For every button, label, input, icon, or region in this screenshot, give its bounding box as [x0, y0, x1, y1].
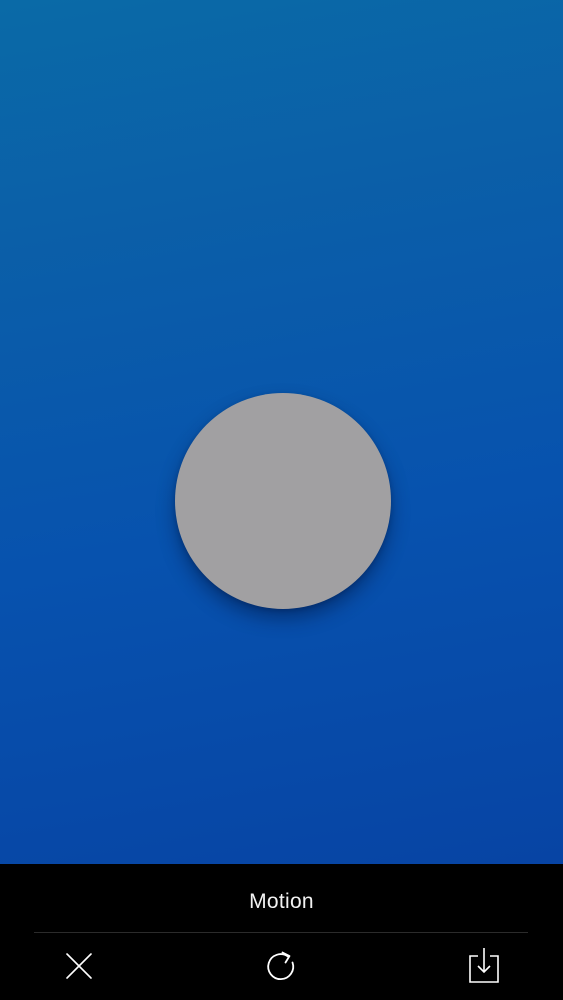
mode-title[interactable]: Motion	[0, 888, 563, 916]
save-download-icon	[469, 948, 499, 983]
close-button[interactable]	[59, 946, 99, 986]
close-icon	[66, 953, 92, 979]
save-button[interactable]	[464, 946, 504, 986]
refresh-button[interactable]	[261, 946, 301, 986]
refresh-icon	[267, 951, 295, 980]
app-root: Motion	[0, 0, 563, 1000]
toolbar-divider	[34, 932, 528, 933]
preview-canvas	[0, 0, 563, 864]
preview-circle	[175, 393, 391, 609]
